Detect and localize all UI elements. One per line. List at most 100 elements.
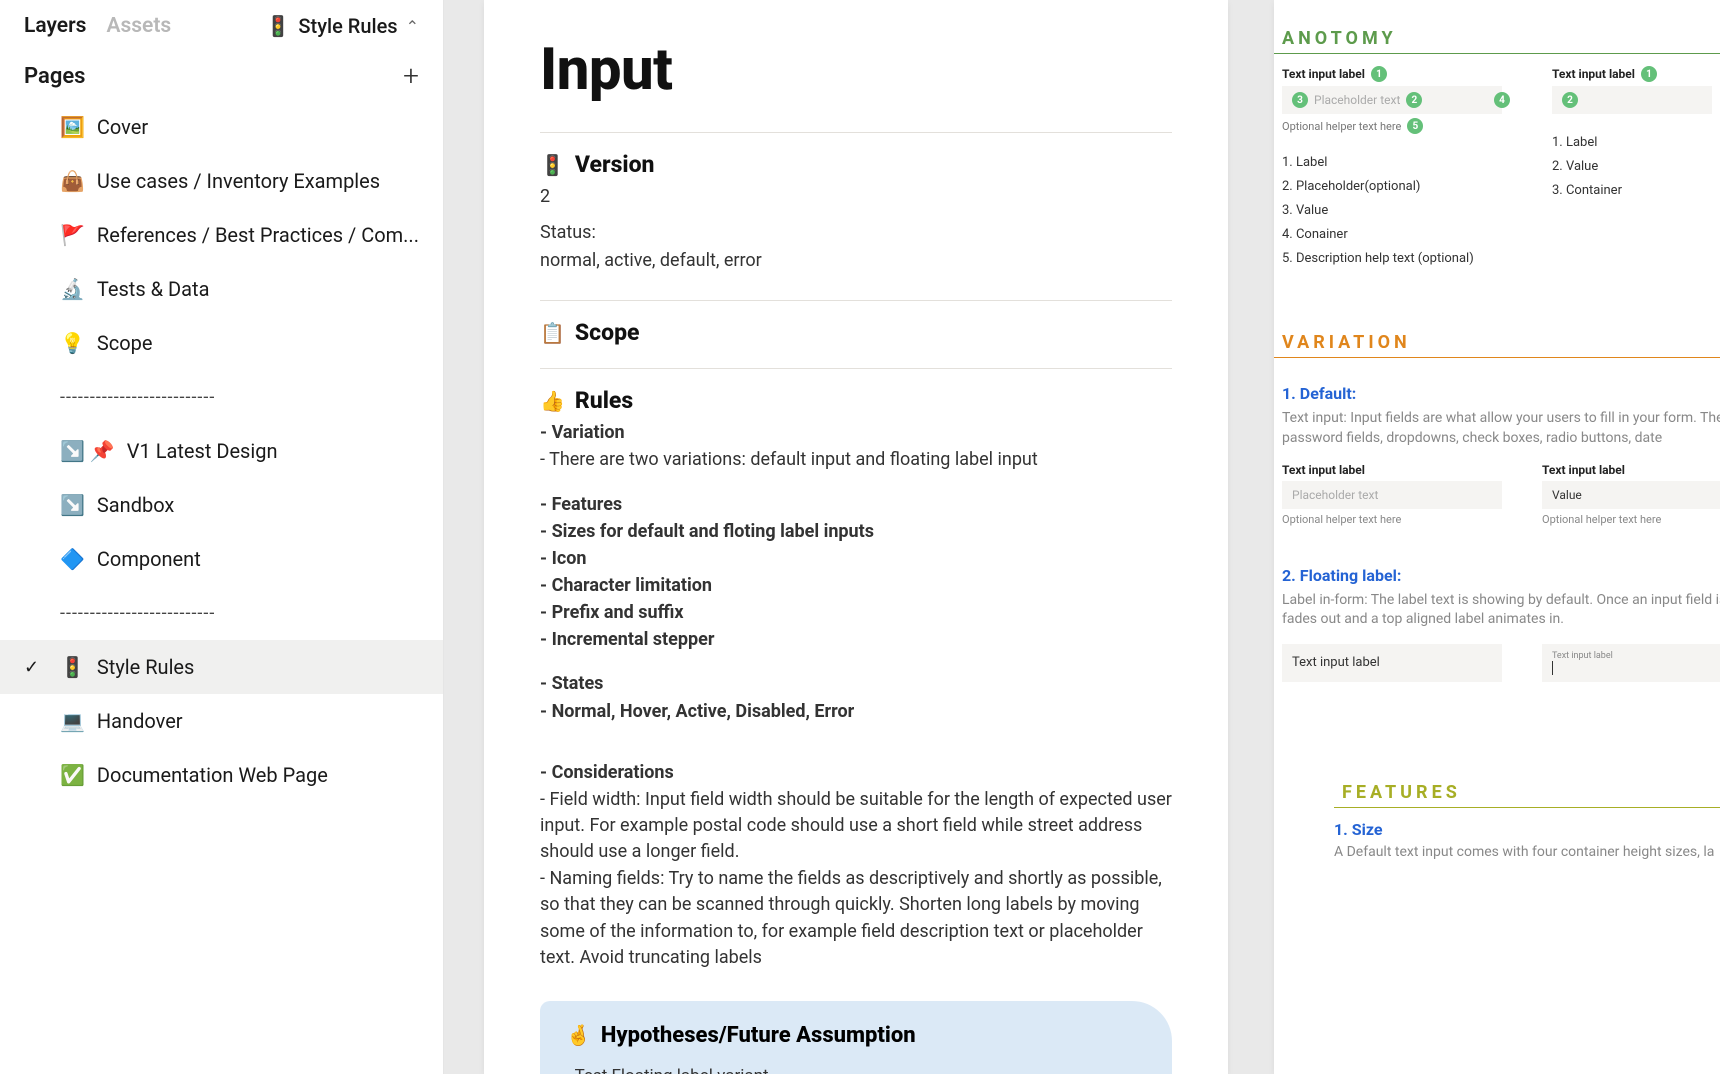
- badge-2-icon: 2: [1406, 92, 1422, 108]
- page-item[interactable]: 🚩References / Best Practices / Com...: [0, 208, 443, 262]
- variation-label: Text input label: [1542, 463, 1720, 477]
- value-text: Value: [1552, 488, 1582, 502]
- features-title: FEATURES: [1334, 782, 1720, 808]
- input-mock: Value: [1542, 481, 1720, 509]
- add-page-button[interactable]: +: [403, 62, 419, 90]
- page-item[interactable]: 💡Scope: [0, 316, 443, 370]
- check-icon: ✓: [24, 657, 39, 678]
- page-item[interactable]: ✅Documentation Web Page: [0, 748, 443, 802]
- variation-floating-desc: Label in-form: The label text is showing…: [1282, 591, 1720, 630]
- page-item[interactable]: ↘️ 📌V1 Latest Design: [0, 424, 443, 478]
- tab-layers[interactable]: Layers: [24, 14, 86, 38]
- badge-4-icon: 4: [1494, 92, 1510, 108]
- helper-text: Optional helper text here: [1282, 513, 1502, 526]
- page-icon: ↘️: [60, 493, 85, 517]
- rules-line: - Naming fields: Try to name the fields …: [540, 866, 1172, 970]
- page-icon: 🚦: [60, 655, 85, 679]
- badge-3-icon: 3: [1292, 92, 1308, 108]
- current-page-label: Style Rules: [298, 14, 397, 38]
- version-body: 2 Status: normal, active, default, error: [540, 184, 1172, 274]
- variation-label: Text input label: [1282, 463, 1502, 477]
- anatomy-input-label: Text input label: [1282, 67, 1365, 81]
- page-item[interactable]: 💻 Handover: [0, 694, 443, 748]
- float-label: Text input label: [1292, 655, 1492, 670]
- current-page-selector[interactable]: 🚦 Style Rules ⌃: [266, 14, 419, 38]
- variation-floating-right: Text input label: [1542, 644, 1720, 682]
- page-item[interactable]: 👜Use cases / Inventory Examples: [0, 154, 443, 208]
- frame-style-rules-doc[interactable]: Input 🚦 Version 2 Status: normal, active…: [484, 0, 1228, 1074]
- rules-line: [540, 474, 1172, 490]
- page-item[interactable]: ↘️ Sandbox: [0, 478, 443, 532]
- status-label: Status:: [540, 220, 1172, 246]
- float-input-mock-active: Text input label: [1542, 644, 1720, 682]
- badge-5-icon: 5: [1407, 118, 1423, 134]
- page-icon: 🚩: [60, 223, 85, 247]
- hypotheses-label: Hypotheses/Future Assumption: [601, 1023, 916, 1048]
- scope-heading: 📋 Scope: [540, 319, 1172, 346]
- rules-line: - Considerations: [540, 760, 1172, 786]
- callout-hypotheses: 🤞 Hypotheses/Future Assumption - Test Fl…: [540, 1001, 1172, 1074]
- page-item[interactable]: 🖼️Cover: [0, 100, 443, 154]
- page-item[interactable]: 🔬Tests & Data: [0, 262, 443, 316]
- anatomy-list-right: 1. Label2. Value3. Container: [1552, 132, 1712, 202]
- page-icon: 🔷: [60, 547, 85, 571]
- page-label: Scope: [97, 331, 153, 355]
- page-icon: 🖼️: [60, 115, 85, 139]
- anatomy-list-item: 3. Value: [1282, 200, 1502, 222]
- variation-default-heading: 1. Default:: [1282, 384, 1720, 403]
- badge-2-icon: 2: [1562, 92, 1578, 108]
- badge-1-icon: 1: [1371, 66, 1387, 82]
- rules-line: - Prefix and suffix: [540, 600, 1172, 626]
- section-anatomy: ANOTOMY Text input label 1 3 Placeholder…: [1274, 28, 1720, 272]
- page-item[interactable]: 🔷 Component: [0, 532, 443, 586]
- divider: [540, 300, 1172, 301]
- rules-label: Rules: [575, 387, 633, 414]
- doc-title: Input: [540, 36, 1172, 104]
- divider: [540, 132, 1172, 133]
- page-label: Style Rules: [97, 655, 194, 679]
- variation-default-right: Text input label Value Optional helper t…: [1542, 463, 1720, 526]
- page-label: V1 Latest Design: [127, 439, 278, 463]
- rules-line: - Normal, Hover, Active, Disabled, Error: [540, 699, 1172, 725]
- variation-default-left: Text input label Placeholder text Option…: [1282, 463, 1502, 526]
- anatomy-input-mock: 3 Placeholder text 2 4: [1282, 86, 1502, 114]
- chevron-up-icon: ⌃: [406, 17, 419, 36]
- rules-line: - Variation: [540, 420, 1172, 446]
- sidebar-top-row: Layers Assets 🚦 Style Rules ⌃: [0, 14, 443, 54]
- rules-heading: 👍 Rules: [540, 387, 1172, 414]
- page-label: Sandbox: [97, 493, 174, 517]
- float-input-mock: Text input label: [1282, 644, 1502, 682]
- canvas[interactable]: Input 🚦 Version 2 Status: normal, active…: [444, 0, 1720, 1074]
- status-value: normal, active, default, error: [540, 248, 1172, 274]
- page-label: Handover: [97, 709, 183, 733]
- page-divider: --------------------------: [0, 370, 443, 424]
- rules-line: [540, 743, 1172, 759]
- page-label: Component: [97, 547, 201, 571]
- hypotheses-body: - Test Floating label variant: [566, 1064, 1146, 1074]
- page-icon: 💻: [60, 709, 85, 733]
- rules-line: - There are two variations: default inpu…: [540, 447, 1172, 473]
- tab-assets[interactable]: Assets: [106, 14, 171, 38]
- variation-floating-heading: 2. Floating label:: [1282, 566, 1720, 585]
- rules-line: [540, 654, 1172, 670]
- placeholder-text: Placeholder text: [1292, 488, 1378, 502]
- page-icon: 🔬: [60, 277, 85, 301]
- anatomy-left-col: Text input label 1 3 Placeholder text 2 …: [1282, 66, 1502, 272]
- anatomy-input-mock-right: 2: [1552, 86, 1712, 114]
- rules-line: - Incremental stepper: [540, 627, 1172, 653]
- page-icon: 👜: [60, 169, 85, 193]
- rules-line: - Character limitation: [540, 573, 1172, 599]
- page-item[interactable]: ✓ 🚦 Style Rules: [0, 640, 443, 694]
- crossed-fingers-icon: 🤞: [566, 1023, 591, 1047]
- variation-floating-left: Text input label: [1282, 644, 1502, 682]
- sidebar-tabs: Layers Assets: [24, 14, 171, 38]
- anatomy-input-label-right: Text input label: [1552, 67, 1635, 81]
- anatomy-placeholder: Placeholder text: [1314, 93, 1400, 107]
- thumbs-up-icon: 👍: [540, 389, 565, 413]
- frame-spec-sheet[interactable]: ANOTOMY Text input label 1 3 Placeholder…: [1274, 0, 1720, 1074]
- anatomy-title: ANOTOMY: [1274, 28, 1720, 54]
- anatomy-helper: Optional helper text here: [1282, 120, 1401, 133]
- rules-line: - Features: [540, 492, 1172, 518]
- pages-header: Pages +: [0, 54, 443, 100]
- cursor-icon: [1552, 661, 1553, 675]
